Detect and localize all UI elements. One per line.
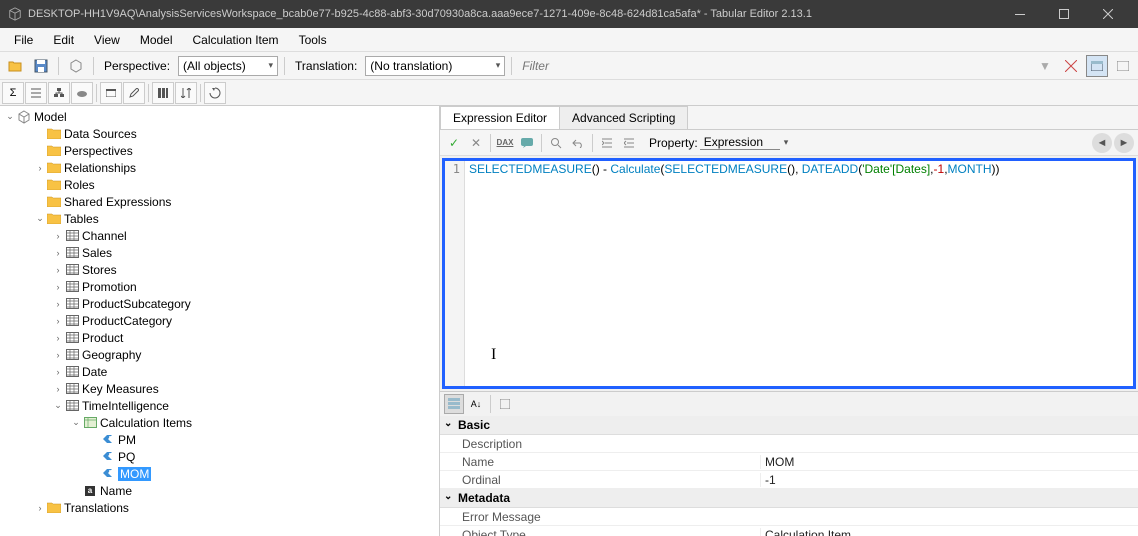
comment-icon[interactable] [517, 133, 537, 153]
property-row[interactable]: Error Message [440, 508, 1138, 526]
expression-editor[interactable]: 1 SELECTEDMEASURE() - Calculate(SELECTED… [442, 158, 1136, 389]
menu-edit[interactable]: Edit [43, 29, 84, 51]
list-icon[interactable] [25, 82, 47, 104]
code-content[interactable]: SELECTEDMEASURE() - Calculate(SELECTEDME… [469, 162, 1000, 177]
translation-label: Translation: [291, 59, 361, 73]
filter-input[interactable] [518, 59, 1030, 73]
tree-node[interactable]: Shared Expressions [2, 193, 437, 210]
tree-node[interactable]: PM [2, 431, 437, 448]
tree-node[interactable]: ›Channel [2, 227, 437, 244]
tab-advanced-scripting[interactable]: Advanced Scripting [559, 106, 688, 129]
editor-toolbar: ✓ ✕ DAX Property: Expression ▾ ◄ ► [440, 130, 1138, 156]
outdent-icon[interactable] [619, 133, 639, 153]
main-toolbar: Perspective: (All objects) Translation: … [0, 52, 1138, 80]
tree-node[interactable]: ›ProductSubcategory [2, 295, 437, 312]
translation-combo[interactable]: (No translation) [365, 56, 505, 76]
tree-node[interactable]: ›Sales [2, 244, 437, 261]
tree-node[interactable]: ⌄TimeIntelligence [2, 397, 437, 414]
indent-icon[interactable] [597, 133, 617, 153]
maximize-button[interactable] [1042, 0, 1086, 28]
perspective-combo[interactable]: (All objects) [178, 56, 278, 76]
menu-model[interactable]: Model [130, 29, 183, 51]
property-label: Property: [649, 136, 698, 150]
categorized-button[interactable] [444, 394, 464, 414]
property-row[interactable]: Object TypeCalculation Item [440, 526, 1138, 536]
close-button[interactable] [1086, 0, 1130, 28]
dax-format-icon[interactable]: DAX [495, 133, 515, 153]
tree-root[interactable]: ⌄ Model [2, 108, 437, 125]
text-cursor-icon: I [491, 346, 496, 364]
tab-expression-editor[interactable]: Expression Editor [440, 106, 560, 129]
tree-node[interactable]: ›ProductCategory [2, 312, 437, 329]
model-tree[interactable]: ⌄ Model Data SourcesPerspectives›Relatio… [0, 106, 440, 536]
property-combo[interactable]: Expression [700, 135, 780, 150]
view-mode-2-button[interactable] [1112, 55, 1134, 77]
tree-node[interactable]: ›Translations [2, 499, 437, 516]
hierarchy-icon[interactable] [48, 82, 70, 104]
tree-node[interactable]: ›Relationships [2, 159, 437, 176]
filter-icon[interactable]: ▼ [1034, 55, 1056, 77]
menu-view[interactable]: View [84, 29, 130, 51]
property-row[interactable]: Description [440, 435, 1138, 453]
menu-tools[interactable]: Tools [289, 29, 337, 51]
cancel-icon[interactable]: ✕ [466, 133, 486, 153]
tree-node[interactable]: aName [2, 482, 437, 499]
tree-node[interactable]: ⌄Calculation Items [2, 414, 437, 431]
view-mode-1-button[interactable] [1086, 55, 1108, 77]
open-folder-button[interactable] [4, 55, 26, 77]
menubar: File Edit View Model Calculation Item To… [0, 28, 1138, 52]
tree-node[interactable]: ›Date [2, 363, 437, 380]
menu-calculation-item[interactable]: Calculation Item [183, 29, 289, 51]
nav-back-button[interactable]: ◄ [1092, 133, 1112, 153]
app-icon [8, 7, 22, 21]
sum-icon[interactable]: Σ [2, 82, 24, 104]
clear-filter-button[interactable] [1060, 55, 1082, 77]
tree-node[interactable]: ›Geography [2, 346, 437, 363]
tree-node[interactable]: MOM [2, 465, 437, 482]
alphabetical-button[interactable]: A↓ [466, 394, 486, 414]
property-row[interactable]: Ordinal-1 [440, 471, 1138, 489]
save-button[interactable] [30, 55, 52, 77]
refresh-icon[interactable] [204, 82, 226, 104]
property-row[interactable]: NameMOM [440, 453, 1138, 471]
line-number: 1 [445, 161, 464, 177]
property-pages-button[interactable] [495, 394, 515, 414]
tree-node[interactable]: Roles [2, 176, 437, 193]
property-category[interactable]: Basic [440, 416, 1138, 435]
tree-node[interactable]: ›Key Measures [2, 380, 437, 397]
window-icon[interactable] [100, 82, 122, 104]
cloud-icon[interactable] [71, 82, 93, 104]
tree-node[interactable]: ›Promotion [2, 278, 437, 295]
tree-node[interactable]: PQ [2, 448, 437, 465]
property-grid[interactable]: BasicDescriptionNameMOMOrdinal-1Metadata… [440, 416, 1138, 536]
tree-node[interactable]: Data Sources [2, 125, 437, 142]
property-category[interactable]: Metadata [440, 489, 1138, 508]
tree-node[interactable]: ⌄Tables [2, 210, 437, 227]
tree-node[interactable]: ›Product [2, 329, 437, 346]
find-icon[interactable] [546, 133, 566, 153]
menu-file[interactable]: File [4, 29, 43, 51]
editor-tabs: Expression Editor Advanced Scripting [440, 106, 1138, 130]
tree-node[interactable]: Perspectives [2, 142, 437, 159]
titlebar: DESKTOP-HH1V9AQ\AnalysisServicesWorkspac… [0, 0, 1138, 28]
deploy-button[interactable] [65, 55, 87, 77]
property-grid-panel: A↓ BasicDescriptionNameMOMOrdinal-1Metad… [440, 391, 1138, 536]
edit-icon[interactable] [123, 82, 145, 104]
tree-node[interactable]: ›Stores [2, 261, 437, 278]
minimize-button[interactable] [998, 0, 1042, 28]
columns-icon[interactable] [152, 82, 174, 104]
window-title: DESKTOP-HH1V9AQ\AnalysisServicesWorkspac… [28, 8, 998, 20]
nav-forward-button[interactable]: ► [1114, 133, 1134, 153]
perspective-label: Perspective: [100, 59, 174, 73]
undo-icon[interactable] [568, 133, 588, 153]
accept-icon[interactable]: ✓ [444, 133, 464, 153]
tree-toolbar: Σ [0, 80, 1138, 106]
sort-icon[interactable] [175, 82, 197, 104]
